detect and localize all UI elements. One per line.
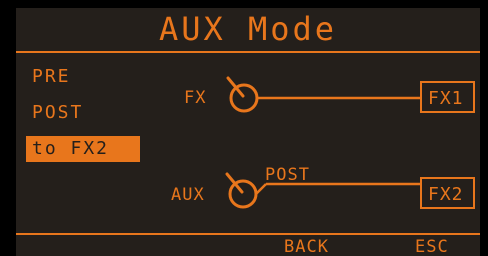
- fx2-output-box: FX2: [420, 177, 475, 209]
- aux-tap-label: POST: [265, 165, 310, 185]
- fx1-output-label: FX1: [428, 88, 464, 109]
- aux-riser-line: [255, 183, 267, 195]
- fx2-output-label: FX2: [428, 184, 464, 205]
- lcd-screen: AUX Mode PRE POST to FX2 FX FX1 POST AUX…: [16, 8, 480, 256]
- fx1-output-box: FX1: [420, 81, 475, 113]
- fx-label: FX: [184, 88, 206, 108]
- softkey-bar: BACK ESC: [16, 233, 480, 256]
- aux-knob-icon: [225, 172, 258, 209]
- back-button[interactable]: BACK: [284, 237, 329, 256]
- esc-button[interactable]: ESC: [415, 237, 449, 256]
- aux-label: AUX: [171, 185, 205, 205]
- fx-knob-icon: [226, 76, 259, 113]
- routing-diagram: FX FX1 POST AUX FX2: [171, 76, 475, 209]
